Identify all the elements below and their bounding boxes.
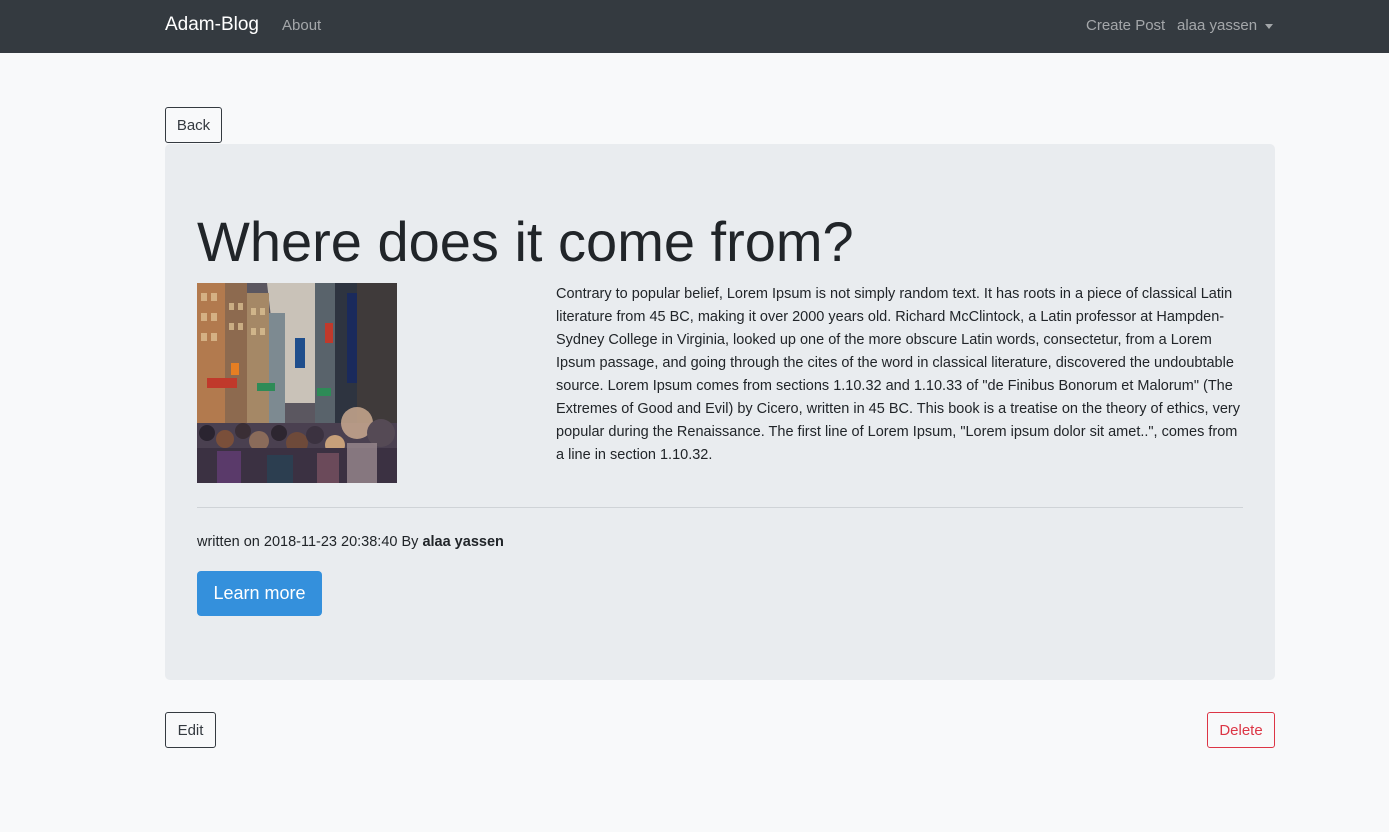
post-author: alaa yassen	[422, 534, 504, 550]
brand-link[interactable]: Adam-Blog	[165, 14, 259, 36]
learn-more-button[interactable]: Learn more	[197, 571, 322, 616]
city-street-photo-icon	[197, 283, 397, 483]
post-body: Contrary to popular belief, Lorem Ipsum …	[556, 286, 1240, 463]
post-meta-date: written on 2018-11-23 20:38:40 By	[197, 534, 423, 550]
divider	[197, 507, 1243, 508]
nav-link-about[interactable]: About	[282, 17, 321, 34]
nav-link-create-post[interactable]: Create Post	[1086, 17, 1165, 34]
post-image	[197, 283, 397, 483]
delete-button[interactable]: Delete	[1207, 712, 1275, 748]
edit-button[interactable]: Edit	[165, 712, 216, 748]
user-dropdown[interactable]: alaa yassen	[1177, 17, 1274, 34]
post-title: Where does it come from?	[197, 210, 854, 273]
caret-down-icon	[1265, 24, 1274, 29]
back-button[interactable]: Back	[165, 107, 222, 143]
post-meta: written on 2018-11-23 20:38:40 By alaa y…	[197, 534, 504, 550]
top-navbar: Adam-Blog About Create Post alaa yassen	[0, 0, 1389, 53]
user-name: alaa yassen	[1177, 17, 1258, 34]
